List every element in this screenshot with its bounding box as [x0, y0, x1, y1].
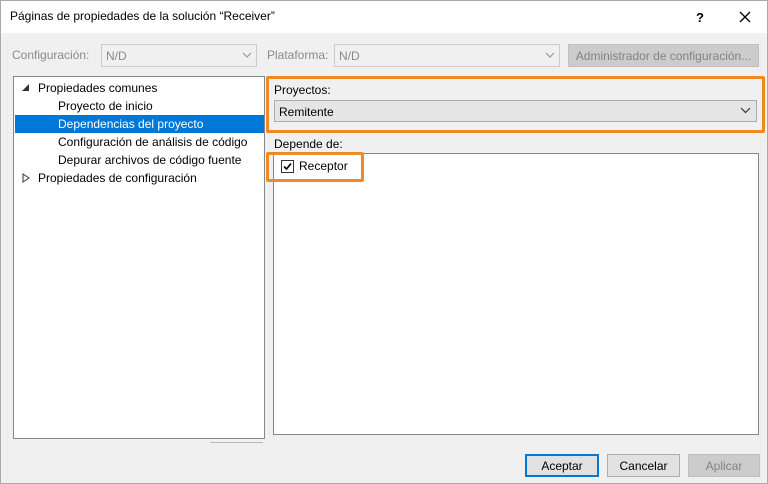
configuration-manager-button[interactable]: Administrador de configuración... [568, 44, 759, 67]
collapsed-arrow-icon[interactable] [22, 173, 30, 183]
chevron-down-icon [545, 52, 555, 58]
title-bar: Páginas de propiedades de la solución “R… [1, 1, 767, 33]
configuration-value: N/D [106, 49, 127, 63]
dependencies-list: Receptor [273, 153, 759, 435]
properties-tree: Propiedades comunes Proyecto de inicio D… [13, 76, 265, 439]
close-button[interactable] [725, 1, 765, 33]
help-button[interactable]: ? [680, 1, 720, 33]
tree-item-code-analysis[interactable]: Configuración de análisis de código [58, 133, 247, 151]
configuration-label: Configuración: [12, 48, 90, 62]
property-pages-dialog: Páginas de propiedades de la solución “R… [0, 0, 768, 484]
configuration-combo[interactable]: N/D [101, 44, 257, 67]
accept-button[interactable]: Aceptar [525, 454, 599, 477]
apply-button[interactable]: Aplicar [688, 454, 760, 477]
tree-item-project-dependencies[interactable]: Dependencias del proyecto [15, 115, 264, 133]
tree-item-startup-project[interactable]: Proyecto de inicio [58, 97, 153, 115]
tree-item-debug-source-files[interactable]: Depurar archivos de código fuente [58, 151, 241, 169]
dialog-title: Páginas de propiedades de la solución “R… [10, 9, 275, 23]
tree-item-configuration-properties[interactable]: Propiedades de configuración [38, 169, 197, 187]
expanded-arrow-icon[interactable] [21, 83, 30, 92]
depends-on-label: Depende de: [274, 137, 343, 151]
tree-item-common-properties[interactable]: Propiedades comunes [38, 79, 157, 97]
cancel-button[interactable]: Cancelar [607, 454, 680, 477]
close-icon [739, 11, 751, 23]
receptor-highlight [266, 152, 364, 182]
projects-highlight [266, 76, 765, 133]
platform-value: N/D [339, 49, 360, 63]
platform-label: Plataforma: [267, 48, 329, 62]
splitter-line [210, 442, 263, 443]
chevron-down-icon [242, 52, 252, 58]
platform-combo[interactable]: N/D [334, 44, 560, 67]
